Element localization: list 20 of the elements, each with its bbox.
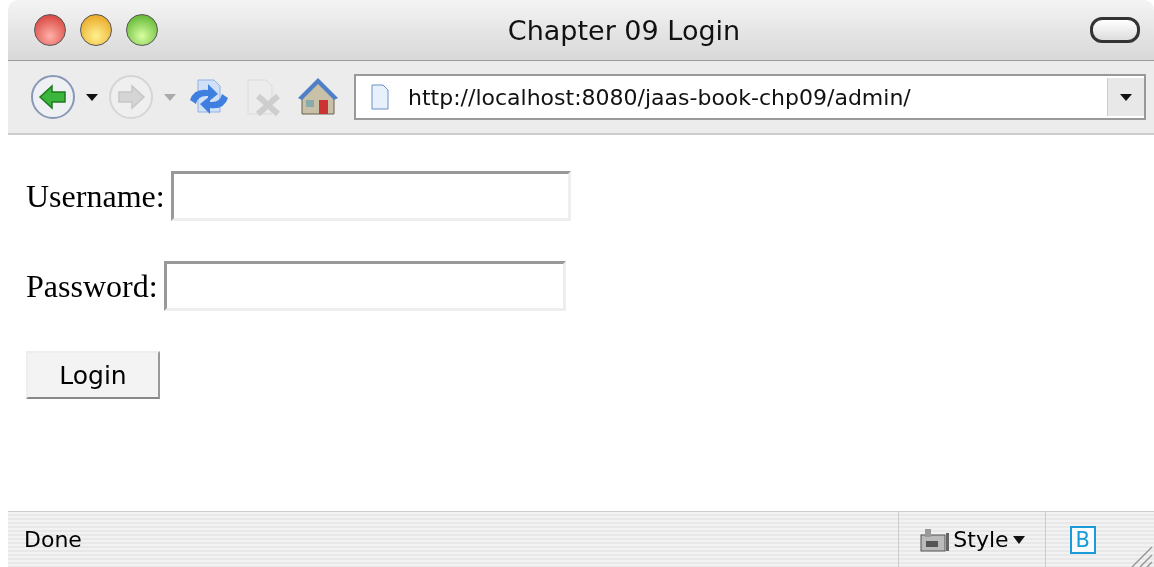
field-label: Password: [26,267,158,305]
caret-icon[interactable] [84,92,100,102]
window-title: Chapter 09 Login [506,14,742,46]
document-icon [370,84,390,110]
input-field[interactable] [170,171,571,221]
history-dropdown-button[interactable] [1107,78,1144,116]
caret-icon [1012,535,1025,544]
caret-icon [1119,92,1133,102]
url-text: http://localhost:8080/jaas-book-chp09/admin/ [408,84,912,110]
close-button[interactable] [34,14,66,46]
field-label: Username: [26,177,165,215]
login-button[interactable]: Login [26,351,160,399]
input-field[interactable] [163,261,566,311]
style-menu-button[interactable]: Style [953,527,1025,552]
toolbar-toggle-button[interactable] [1090,17,1140,43]
back-icon[interactable] [30,74,76,120]
address-field[interactable]: http://localhost:8080/jaas-book-chp09/admin/ [354,74,1146,120]
status-text: Done [23,527,83,552]
zoom-button[interactable] [126,14,158,46]
minimize-button[interactable] [80,14,112,46]
